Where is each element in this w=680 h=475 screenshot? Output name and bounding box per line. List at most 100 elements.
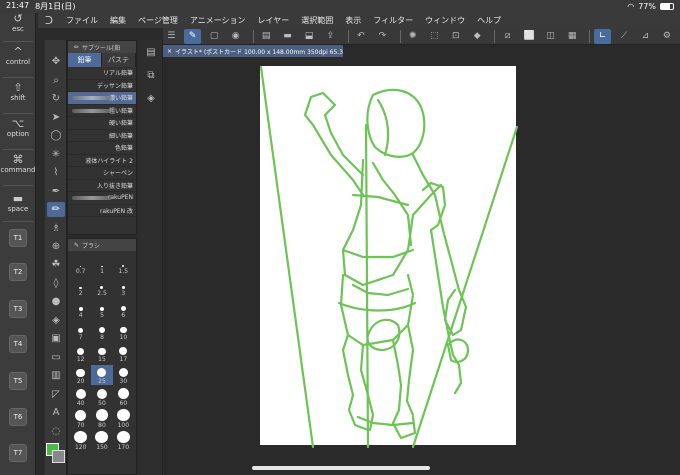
brush-size-option[interactable]: 8 bbox=[91, 321, 112, 341]
brush-size-option[interactable]: 1.5 bbox=[113, 255, 134, 275]
ruler-tool-icon[interactable]: ◸ bbox=[47, 387, 65, 402]
brush-size-option[interactable]: 4 bbox=[70, 299, 91, 319]
brush-size-option[interactable]: 17 bbox=[113, 343, 134, 363]
eraser-icon[interactable]: ◊ bbox=[47, 276, 65, 291]
crop-icon[interactable]: ⧄ bbox=[499, 29, 515, 44]
space-key[interactable]: ▬ space bbox=[0, 193, 36, 214]
transform-icon[interactable]: ⬚ bbox=[426, 29, 442, 44]
t5-key[interactable]: T5 bbox=[9, 372, 27, 390]
invert-icon[interactable]: ◫ bbox=[542, 29, 558, 44]
select-all-icon[interactable]: ⬜ bbox=[521, 29, 537, 44]
shift-key[interactable]: ⇧ shift bbox=[0, 82, 36, 103]
brush-item[interactable]: 液体ハイライト 2 bbox=[68, 155, 136, 167]
rotate-icon[interactable]: ↻ bbox=[47, 91, 65, 106]
edit-icon[interactable]: ▢ bbox=[206, 29, 222, 44]
brush-size-option[interactable]: 100 bbox=[113, 409, 134, 429]
blend-icon[interactable]: ● bbox=[47, 294, 65, 309]
settings-icon[interactable]: ⚙ bbox=[659, 29, 675, 44]
brush-icon[interactable]: ⟋ bbox=[616, 29, 632, 44]
lasso-icon[interactable]: ◯ bbox=[47, 128, 65, 143]
brush-size-option[interactable]: 40 bbox=[70, 387, 91, 407]
brush-size-option[interactable]: 170 bbox=[113, 431, 134, 451]
grid-icon[interactable]: ▦ bbox=[564, 29, 580, 44]
paintbrush-icon[interactable]: ♗ bbox=[47, 221, 65, 236]
layers-icon[interactable]: ⧉ bbox=[143, 67, 159, 83]
eyedropper-icon[interactable]: ⌇ bbox=[47, 165, 65, 180]
brush-item[interactable]: 濃い鉛筆 bbox=[68, 92, 136, 105]
tab-pencil[interactable]: 鉛筆 bbox=[68, 53, 102, 67]
auto-select-icon[interactable]: ✳ bbox=[47, 147, 65, 162]
brush-size-option[interactable]: 7 bbox=[70, 321, 91, 341]
panel-icon[interactable]: ▤ bbox=[143, 44, 159, 60]
brush-item[interactable]: 入り抜き鉛筆 bbox=[68, 180, 136, 192]
menu-view[interactable]: 表示 bbox=[339, 15, 367, 26]
brush-item[interactable]: リアル鉛筆 bbox=[68, 67, 136, 80]
ruler-icon[interactable]: ∟ bbox=[594, 28, 611, 44]
app-logo-icon[interactable]: ᑐ bbox=[38, 14, 60, 27]
decoration-icon[interactable]: ☘ bbox=[47, 257, 65, 272]
brush-size-option[interactable]: 2.5 bbox=[91, 277, 112, 297]
t3-key[interactable]: T3 bbox=[9, 300, 27, 318]
loading-icon[interactable]: ✺ bbox=[405, 29, 421, 44]
brush-size-option[interactable]: 0.7 bbox=[70, 255, 91, 275]
brush-size-option[interactable]: 150 bbox=[91, 431, 112, 451]
brush-item[interactable]: 粗い鉛筆 bbox=[68, 105, 136, 117]
frame-icon[interactable]: ▥ bbox=[47, 368, 65, 383]
zoom-icon[interactable]: ⌕ bbox=[47, 73, 65, 88]
figure-icon[interactable]: ▭ bbox=[47, 350, 65, 365]
brush-size-option[interactable]: 15 bbox=[91, 343, 112, 363]
menu-file[interactable]: ファイル bbox=[60, 15, 104, 26]
brush-item[interactable]: 硬い鉛筆 bbox=[68, 117, 136, 130]
brush-size-option[interactable]: 5 bbox=[91, 299, 112, 319]
home-indicator[interactable] bbox=[252, 466, 430, 470]
eye-icon[interactable]: ◉ bbox=[227, 29, 243, 44]
fill-bucket-icon[interactable]: ◈ bbox=[47, 313, 65, 328]
undo-icon[interactable]: ↶ bbox=[353, 29, 369, 44]
operation-icon[interactable]: ➤ bbox=[47, 110, 65, 125]
brush-size-option[interactable]: 70 bbox=[70, 409, 91, 429]
brush-size-option[interactable]: 2 bbox=[70, 277, 91, 297]
layer-property-icon[interactable]: ◈ bbox=[143, 90, 159, 106]
tab-pastel[interactable]: パステ bbox=[102, 53, 136, 67]
t7-key[interactable]: T7 bbox=[9, 444, 27, 462]
gradient-icon[interactable]: ▣ bbox=[47, 331, 65, 346]
brush-item[interactable]: 色鉛筆 bbox=[68, 142, 136, 155]
brush-item[interactable]: 細い鉛筆 bbox=[68, 130, 136, 142]
menu-edit[interactable]: 編集 bbox=[104, 15, 132, 26]
brush-size-option[interactable]: 25 bbox=[91, 365, 113, 385]
redo-icon[interactable]: ↷ bbox=[374, 29, 390, 44]
brush-item[interactable]: rakuPEN bbox=[68, 192, 136, 205]
brush-size-option[interactable]: 120 bbox=[70, 431, 91, 451]
menu-page[interactable]: ページ管理 bbox=[132, 15, 184, 26]
canvas-area[interactable]: × イラスト* (ポストカード 100.00 x 148.00mm 350dpi… bbox=[163, 45, 680, 475]
option-key[interactable]: ⌥ option bbox=[0, 118, 36, 139]
t4-key[interactable]: T4 bbox=[9, 335, 27, 353]
hamburger-menu-icon[interactable]: ☰ bbox=[163, 29, 179, 44]
brush-size-option[interactable]: 50 bbox=[91, 387, 112, 407]
pen-icon[interactable]: ✒ bbox=[47, 184, 65, 199]
command-key[interactable]: ⌘ command bbox=[0, 154, 36, 175]
ruler-edit-icon[interactable]: ⊿ bbox=[637, 29, 653, 44]
pen-mode-icon[interactable]: ✎ bbox=[184, 28, 201, 44]
brush-item[interactable]: デッサン鉛筆 bbox=[68, 80, 136, 92]
brush-size-option[interactable]: 1 bbox=[91, 255, 112, 275]
fill-icon[interactable]: ◆ bbox=[469, 29, 485, 44]
t6-key[interactable]: T6 bbox=[9, 408, 27, 426]
menu-animation[interactable]: アニメーション bbox=[184, 15, 252, 26]
open-folder-icon[interactable]: ▬ bbox=[279, 29, 295, 44]
menu-layer[interactable]: レイヤー bbox=[252, 15, 296, 26]
brush-size-option[interactable]: 10 bbox=[113, 321, 134, 341]
t2-key[interactable]: T2 bbox=[9, 263, 27, 281]
balloon-icon[interactable]: ◌ bbox=[47, 424, 65, 439]
brush-size-option[interactable]: 3 bbox=[113, 277, 134, 297]
brush-item[interactable]: rakuPEN 改 bbox=[68, 205, 136, 217]
menu-help[interactable]: ヘルプ bbox=[471, 15, 507, 26]
menu-window[interactable]: ウィンドウ bbox=[419, 15, 471, 26]
brush-size-option[interactable]: 12 bbox=[70, 343, 91, 363]
text-icon[interactable]: A bbox=[47, 405, 65, 420]
esc-key[interactable]: ↺ esc bbox=[0, 13, 36, 34]
menu-selection[interactable]: 選択範囲 bbox=[295, 15, 339, 26]
new-file-icon[interactable]: ▤ bbox=[258, 29, 274, 44]
export-icon[interactable]: ⇪ bbox=[322, 29, 338, 44]
save-icon[interactable]: ⬓ bbox=[301, 29, 317, 44]
